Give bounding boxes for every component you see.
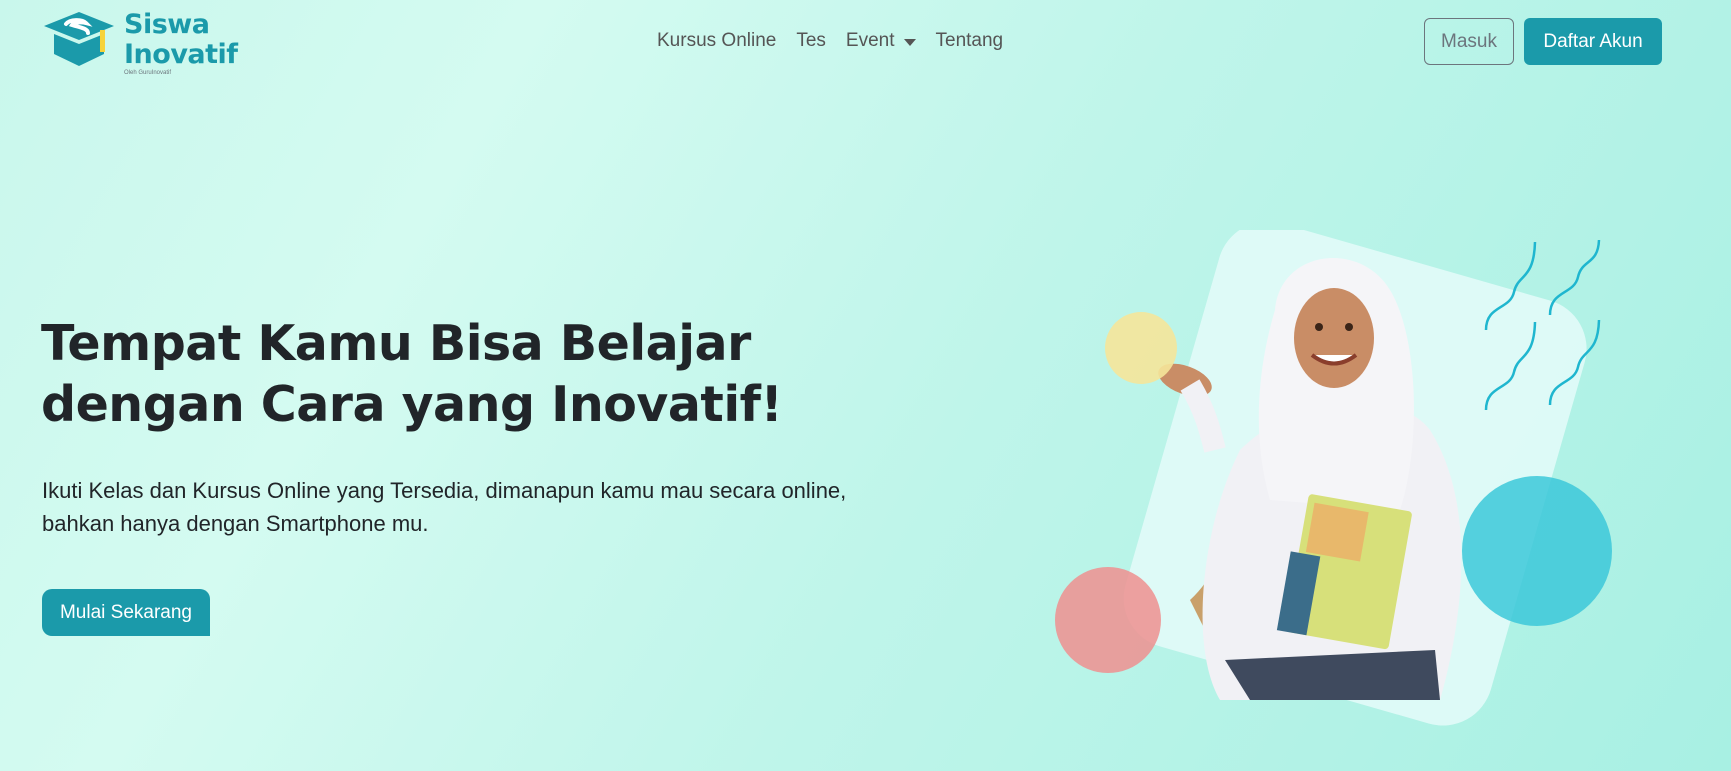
hero-illustration <box>1055 230 1612 726</box>
navbar: Siswa Inovatif Oleh GuruInovatif Kursus … <box>0 0 1731 86</box>
brand-name-line1: Siswa <box>124 9 210 40</box>
register-button[interactable]: Daftar Akun <box>1524 18 1662 65</box>
hero-description: Ikuti Kelas dan Kursus Online yang Terse… <box>42 478 847 536</box>
brand-subtitle: Oleh GuruInovatif <box>124 70 172 76</box>
graduation-cap-logo-icon <box>44 12 114 66</box>
brand-logo-link[interactable]: Siswa Inovatif Oleh GuruInovatif <box>42 10 242 80</box>
login-button[interactable]: Masuk <box>1424 18 1514 65</box>
cyan-circle-shape <box>1462 476 1612 626</box>
nav-link-event-label: Event <box>845 30 895 51</box>
start-now-button[interactable]: Mulai Sekarang <box>42 589 210 636</box>
red-circle-shape <box>1055 567 1161 673</box>
nav-dropdown-event[interactable]: Event <box>846 30 916 52</box>
nav-link-tentang[interactable]: Tentang <box>936 30 1004 52</box>
yellow-circle-shape <box>1105 312 1177 384</box>
nav-link-tes[interactable]: Tes <box>796 30 826 52</box>
caret-down-icon <box>903 38 916 46</box>
brand-name: Siswa Inovatif <box>124 10 238 70</box>
brand-name-line2: Inovatif <box>124 39 238 70</box>
main-nav: Kursus Online Tes Event Tentang <box>657 30 1023 52</box>
nav-link-kursus-online[interactable]: Kursus Online <box>657 30 776 52</box>
hero-title: Tempat Kamu Bisa Belajar dengan Cara yan… <box>41 315 783 433</box>
